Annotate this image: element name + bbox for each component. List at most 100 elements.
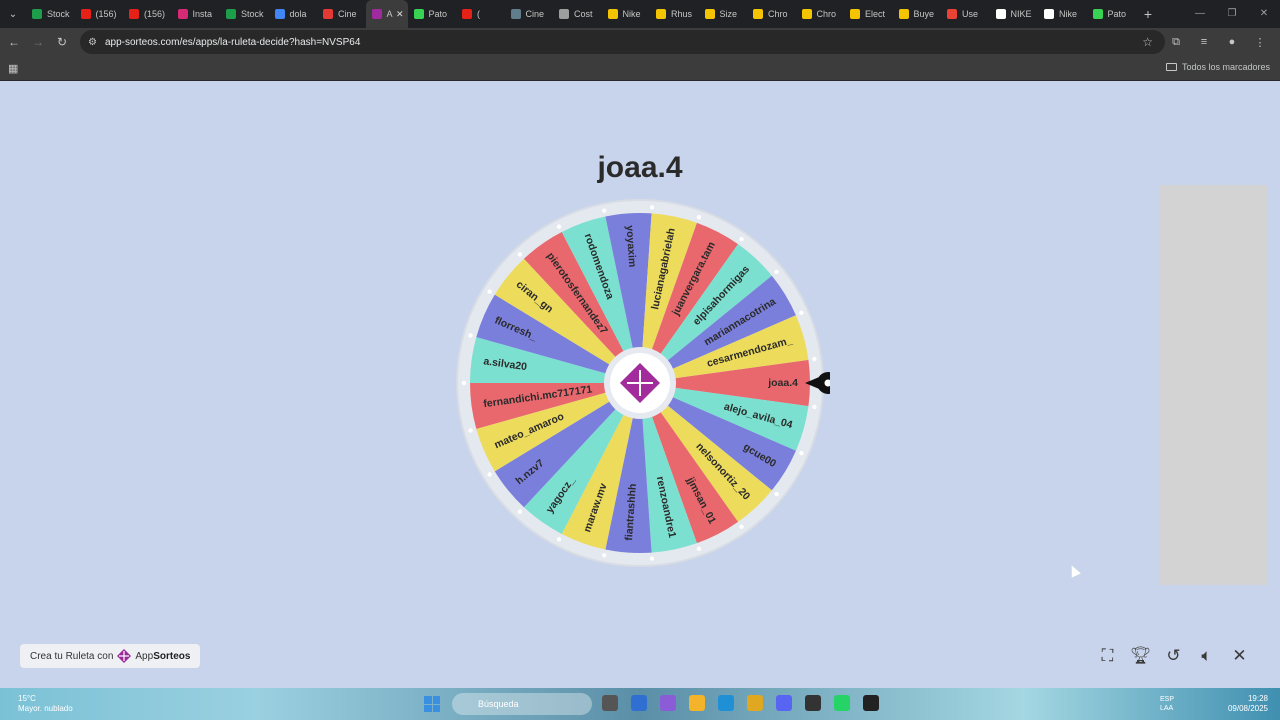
rim-peg	[696, 214, 702, 220]
tab-label: Nike	[622, 9, 641, 19]
browser-tab[interactable]: Insta	[172, 0, 221, 28]
browser-tab[interactable]: Chro	[796, 0, 845, 28]
toolbar-actions: ⧉ ≡ ● ⋮	[1162, 28, 1274, 56]
tab-search-chevron-icon[interactable]: ⌄	[0, 0, 26, 28]
taskbar-search[interactable]: Búsqueda	[452, 693, 592, 715]
tab-close-icon[interactable]: ✕	[396, 9, 404, 20]
browser-tab[interactable]: Rhus	[650, 0, 699, 28]
browser-tab[interactable]: Cost	[553, 0, 602, 28]
site-info-icon[interactable]: ⚙	[88, 37, 97, 48]
browser-tab[interactable]: A ✕	[365, 0, 408, 28]
rim-peg	[649, 205, 655, 210]
app-badge-icon[interactable]	[805, 695, 821, 711]
rim-peg	[799, 450, 804, 456]
browser-tab[interactable]: Stock	[220, 0, 269, 28]
pinned-apps	[602, 695, 892, 711]
steam-icon[interactable]	[863, 695, 879, 711]
tab-label: Insta	[192, 9, 213, 19]
page-content: joaa.4 joaa.4 alejo_avila_04 gcue00 nelsono…	[0, 81, 1280, 688]
start-menu-icon[interactable]	[424, 696, 440, 712]
weather-temp: 15°C	[18, 694, 36, 703]
tab-label: Stock	[241, 9, 264, 19]
fullscreen-icon[interactable]: ⛶	[1091, 646, 1124, 666]
edge-icon[interactable]	[718, 695, 734, 711]
whatsapp-icon[interactable]	[834, 695, 850, 711]
reset-icon[interactable]: ↺	[1157, 646, 1190, 666]
address-bar[interactable]: ⚙ app-sorteos.com/es/apps/la-ruleta-deci…	[80, 30, 1165, 54]
brand-sorteos: Sorteos	[153, 650, 191, 662]
profile-avatar[interactable]: ●	[1218, 36, 1246, 48]
new-tab-button[interactable]: +	[1135, 6, 1161, 22]
tab-list: Stock (156) (156) Insta Stock dola Cine A ✕ Pato (…	[26, 0, 1135, 28]
rim-peg	[799, 310, 804, 316]
browser-tab[interactable]: Pato	[408, 0, 457, 28]
trophy-icon[interactable]: 🏆︎	[1124, 646, 1157, 666]
browser-tab[interactable]: Nike	[602, 0, 651, 28]
browser-tab[interactable]: Chro	[747, 0, 796, 28]
browser-tab[interactable]: NIKE	[990, 0, 1039, 28]
browser-tab[interactable]: Elect	[844, 0, 893, 28]
file-explorer-icon[interactable]	[689, 695, 705, 711]
ad-placeholder	[1160, 185, 1267, 585]
browser-tab[interactable]: Nike	[1038, 0, 1087, 28]
close-window-icon[interactable]: ✕	[1248, 0, 1280, 28]
tab-favicon-icon	[898, 9, 909, 19]
appsorteos-logo-icon	[117, 649, 132, 663]
all-bookmarks-button[interactable]: Todos los marcadores	[1165, 62, 1270, 72]
browser-tab[interactable]: dola	[269, 0, 318, 28]
browser-tab[interactable]: (156)	[123, 0, 172, 28]
media-control-icon[interactable]: ≡	[1190, 36, 1218, 48]
browser-tab[interactable]: Use	[941, 0, 990, 28]
tab-label: Size	[719, 9, 738, 19]
tab-label: Chro	[768, 9, 788, 19]
browser-tab[interactable]: (	[456, 0, 505, 28]
browser-tab[interactable]: Pato	[1087, 0, 1136, 28]
minimize-icon[interactable]: —	[1184, 0, 1216, 28]
forward-arrow-icon[interactable]: →	[26, 35, 50, 49]
browser-tab[interactable]: (156)	[75, 0, 124, 28]
system-clock[interactable]: 19:28 09/08/2025	[1228, 694, 1268, 714]
browser-tab[interactable]: Cine	[317, 0, 366, 28]
roulette-wheel[interactable]: joaa.4 alejo_avila_04 gcue00 nelsonortiz_20…	[450, 193, 839, 573]
copilot-icon[interactable]	[660, 695, 676, 711]
create-roulette-banner[interactable]: Crea tu Ruleta con App Sorteos	[20, 644, 201, 668]
tab-favicon-icon	[1044, 9, 1054, 19]
restore-icon[interactable]: ❐	[1216, 0, 1248, 28]
tab-label: Elect	[865, 9, 886, 19]
close-icon[interactable]: ✕	[1223, 646, 1256, 666]
url-text[interactable]: app-sorteos.com/es/apps/la-ruleta-decide…	[105, 37, 360, 48]
tab-label: Use	[962, 9, 979, 19]
tab-favicon-icon	[462, 9, 472, 19]
volume-icon[interactable]: 🔈︎	[1190, 646, 1223, 666]
language-indicator[interactable]: ESP LAA	[1160, 695, 1174, 713]
tab-favicon-icon	[947, 9, 957, 19]
browser-tab[interactable]: Size	[699, 0, 748, 28]
tab-favicon-icon	[1092, 9, 1103, 19]
back-arrow-icon[interactable]: ←	[2, 35, 26, 49]
tab-favicon-icon	[510, 9, 521, 19]
discord-icon[interactable]	[776, 695, 792, 711]
browser-tab[interactable]: Stock	[26, 0, 75, 28]
widgets-icon[interactable]	[631, 695, 647, 711]
task-view-icon[interactable]	[602, 695, 618, 711]
tab-label: Nike	[1059, 9, 1078, 19]
tab-favicon-icon	[704, 9, 715, 19]
weather-text: Mayor. nublado	[18, 704, 73, 713]
lang-top: ESP	[1160, 696, 1175, 703]
clock-date: 09/08/2025	[1227, 704, 1268, 713]
folder-icon	[1165, 63, 1177, 71]
browser-tab[interactable]: Buye	[893, 0, 942, 28]
tab-label: NIKE	[1010, 9, 1032, 19]
bookmark-star-icon[interactable]: ☆	[1142, 35, 1153, 49]
wheel-svg[interactable]: joaa.4alejo_avila_04gcue00nelsonortiz_20…	[450, 193, 839, 573]
tab-label: (156)	[144, 9, 166, 19]
extensions-icon[interactable]: ⧉	[1162, 36, 1190, 49]
rim-peg	[812, 404, 817, 410]
more-menu-icon[interactable]: ⋮	[1246, 36, 1274, 49]
weather-widget[interactable]: 15°C Mayor. nublado	[18, 694, 73, 714]
chrome-icon[interactable]	[747, 695, 763, 711]
apps-grid-icon[interactable]: ▦	[8, 62, 18, 75]
reload-icon[interactable]: ↻	[50, 35, 74, 49]
browser-tab[interactable]: Cine	[505, 0, 554, 28]
winner-title: joaa.4	[597, 151, 683, 184]
